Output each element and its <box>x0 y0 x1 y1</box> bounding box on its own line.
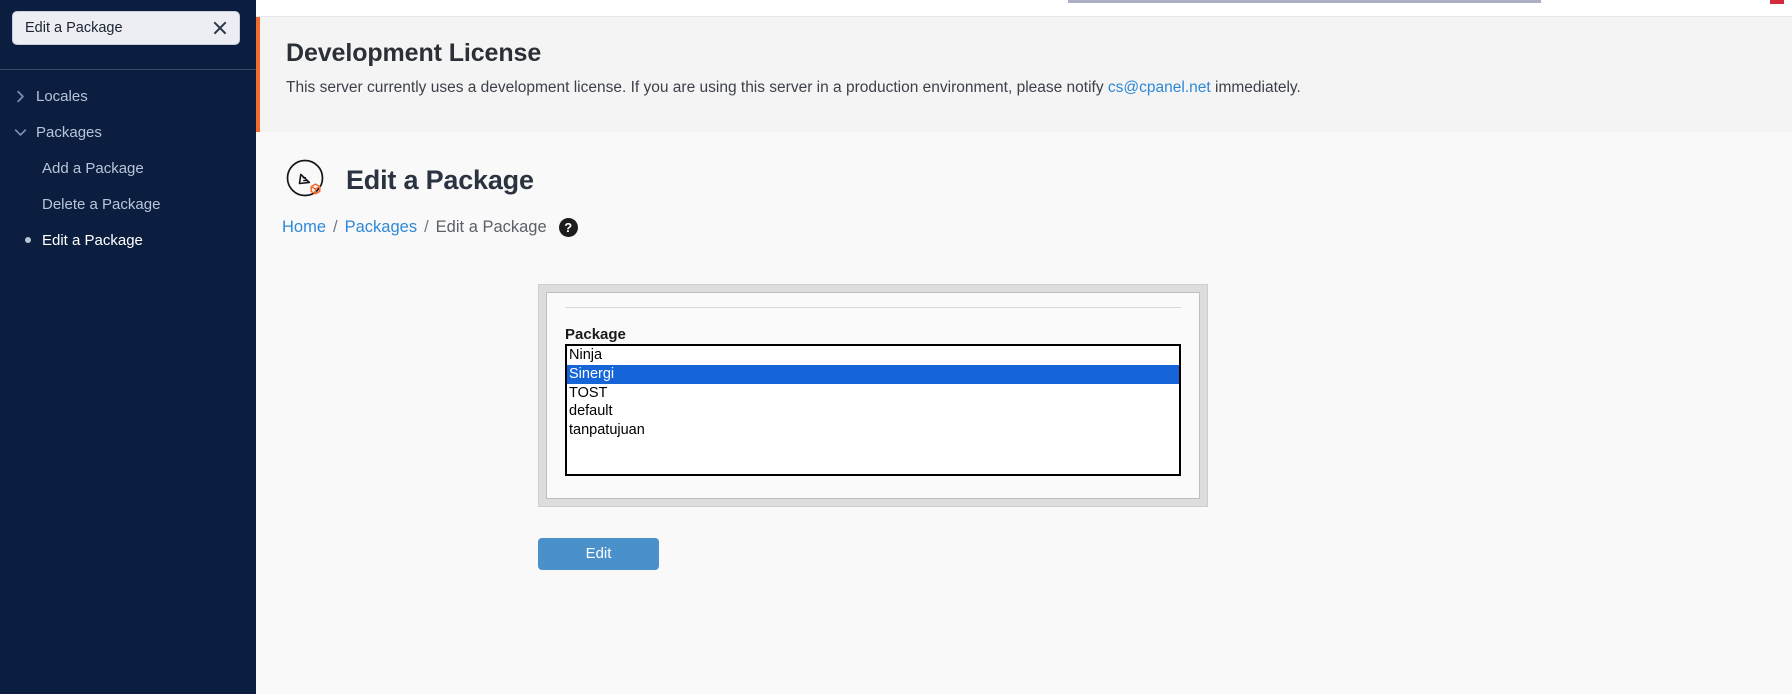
development-license-notice: Development License This server currentl… <box>256 17 1792 132</box>
top-strip <box>256 0 1792 17</box>
package-option-ninja[interactable]: Ninja <box>567 346 1179 365</box>
package-form-inner: Package Ninja Sinergi TOST default tanpa… <box>546 292 1200 499</box>
partial-red-indicator <box>1770 0 1784 4</box>
sidebar-search-container: Edit a Package <box>0 0 256 69</box>
breadcrumb-packages[interactable]: Packages <box>345 218 417 237</box>
package-option-tanpatujuan[interactable]: tanpatujuan <box>567 421 1179 440</box>
sidebar-item-edit-a-package-label: Edit a Package <box>42 231 143 249</box>
page-title: Edit a Package <box>346 164 534 195</box>
partial-toolbar-bar <box>1068 0 1541 3</box>
breadcrumb: Home / Packages / Edit a Package ? <box>256 204 1792 237</box>
package-option-tost[interactable]: TOST <box>567 384 1179 403</box>
sidebar-group-packages[interactable]: Packages <box>0 114 256 150</box>
chevron-down-icon <box>14 126 36 139</box>
sidebar-group-packages-label: Packages <box>36 123 102 141</box>
sidebar-group-locales[interactable]: Locales <box>0 78 256 114</box>
sidebar-group-locales-label: Locales <box>36 87 88 105</box>
sidebar-item-edit-a-package[interactable]: Edit a Package <box>0 222 256 258</box>
notice-text-before: This server currently uses a development… <box>286 79 1108 96</box>
edit-button[interactable]: Edit <box>538 538 659 570</box>
sidebar-item-add-a-package-label: Add a Package <box>42 159 144 177</box>
notice-title: Development License <box>286 39 542 67</box>
sidebar-item-delete-a-package-label: Delete a Package <box>42 195 161 213</box>
sidebar-nav: Locales Packages Add a Package Delete a … <box>0 70 256 258</box>
active-dot-icon <box>25 237 31 243</box>
breadcrumb-separator: / <box>424 218 429 236</box>
package-option-sinergi[interactable]: Sinergi <box>567 364 1179 384</box>
edit-package-icon <box>282 156 330 204</box>
package-listbox[interactable]: Ninja Sinergi TOST default tanpatujuan <box>565 344 1181 476</box>
bullet-slot <box>14 237 42 243</box>
breadcrumb-separator: / <box>333 218 338 236</box>
sidebar: Edit a Package Locales Packages Add a Pa… <box>0 0 256 694</box>
breadcrumb-home[interactable]: Home <box>282 218 326 237</box>
page-header: Edit a Package <box>256 132 1792 204</box>
notice-text-after: immediately. <box>1210 79 1301 96</box>
form-divider <box>565 307 1181 308</box>
search-input[interactable]: Edit a Package <box>12 11 240 45</box>
close-icon[interactable] <box>211 19 229 37</box>
sidebar-item-add-a-package[interactable]: Add a Package <box>0 150 256 186</box>
package-field-label: Package <box>565 326 626 343</box>
notice-text: This server currently uses a development… <box>286 78 1792 99</box>
breadcrumb-current: Edit a Package <box>435 218 547 236</box>
sidebar-item-delete-a-package[interactable]: Delete a Package <box>0 186 256 222</box>
search-input-value: Edit a Package <box>25 20 123 36</box>
main-content: Development License This server currentl… <box>256 0 1792 694</box>
app-root: Edit a Package Locales Packages Add a Pa… <box>0 0 1792 694</box>
package-form-panel: Package Ninja Sinergi TOST default tanpa… <box>538 284 1208 507</box>
help-icon[interactable]: ? <box>558 218 578 237</box>
support-email-link[interactable]: cs@cpanel.net <box>1108 79 1211 96</box>
chevron-right-icon <box>14 90 36 103</box>
package-option-default[interactable]: default <box>567 402 1179 421</box>
